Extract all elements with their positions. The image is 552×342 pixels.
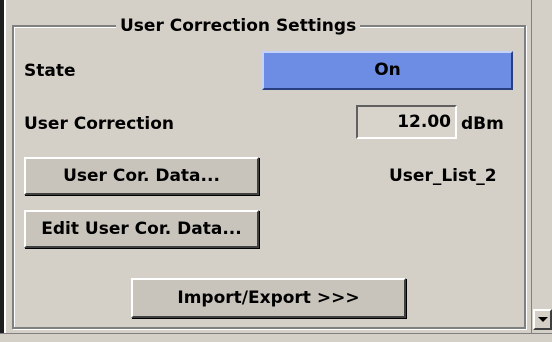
window-left-highlight (4, 0, 6, 342)
scrollbar-track[interactable] (534, 0, 551, 306)
group-title: User Correction Settings (116, 15, 361, 37)
import-export-button[interactable]: Import/Export >>> (131, 278, 406, 318)
bottom-edge-bar (0, 333, 552, 342)
user-correction-unit: dBm (461, 114, 504, 134)
user-cor-data-list-name: User_List_2 (389, 166, 497, 186)
user-cor-data-button[interactable]: User Cor. Data... (24, 157, 259, 195)
state-toggle-button[interactable]: On (262, 51, 513, 90)
user-correction-label: User Correction (24, 114, 175, 134)
user-correction-settings-window: User Correction Settings State On User C… (0, 0, 552, 342)
edit-user-cor-data-button[interactable]: Edit User Cor. Data... (24, 210, 259, 248)
vertical-scrollbar[interactable] (531, 0, 552, 333)
user-correction-value-field[interactable]: 12.00 (356, 105, 457, 139)
scroll-down-button[interactable] (533, 309, 552, 330)
state-label: State (24, 61, 76, 81)
chevron-down-icon (538, 317, 548, 322)
